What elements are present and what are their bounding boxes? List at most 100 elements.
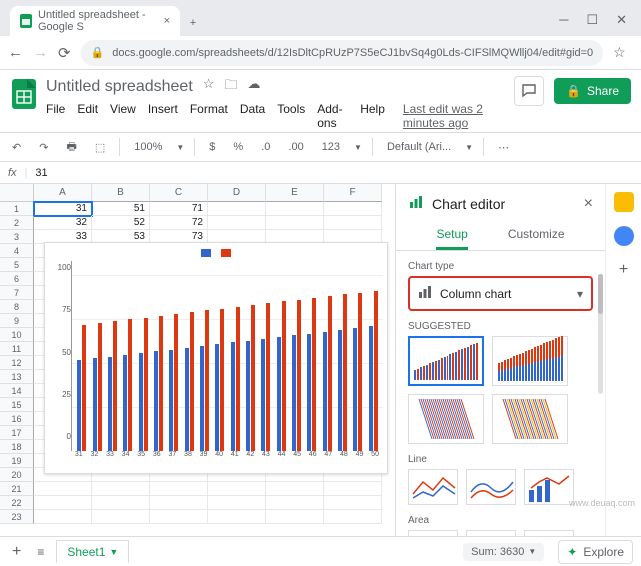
cell-F2[interactable]: [324, 216, 382, 230]
cell-F21[interactable]: [324, 482, 382, 496]
menu-view[interactable]: View: [110, 102, 136, 130]
row-head-23[interactable]: 23: [0, 510, 34, 524]
row-head-13[interactable]: 13: [0, 370, 34, 384]
row-head-8[interactable]: 8: [0, 300, 34, 314]
row-head-5[interactable]: 5: [0, 258, 34, 272]
cell-C2[interactable]: 72: [150, 216, 208, 230]
paint-format-button[interactable]: ⬚: [91, 139, 109, 156]
cell-A21[interactable]: [34, 482, 92, 496]
row-head-9[interactable]: 9: [0, 314, 34, 328]
row-head-16[interactable]: 16: [0, 412, 34, 426]
cell-C1[interactable]: 71: [150, 202, 208, 216]
cell-D23[interactable]: [208, 510, 266, 524]
cell-E21[interactable]: [266, 482, 324, 496]
embedded-chart[interactable]: 1007550250 31323334353637383940414243444…: [44, 242, 388, 474]
window-maximize-button[interactable]: ☐: [586, 12, 598, 28]
area-chart-thumb-3[interactable]: [524, 530, 574, 536]
bookmark-icon[interactable]: ☆: [613, 44, 626, 61]
row-head-10[interactable]: 10: [0, 328, 34, 342]
cell-B22[interactable]: [92, 496, 150, 510]
cell-C21[interactable]: [150, 482, 208, 496]
cell-A22[interactable]: [34, 496, 92, 510]
area-chart-thumb-1[interactable]: [408, 530, 458, 536]
suggested-chart-1[interactable]: [408, 336, 484, 386]
cell-A1[interactable]: 31: [34, 202, 92, 216]
last-edit-link[interactable]: Last edit was 2 minutes ago: [403, 102, 506, 130]
close-tab-icon[interactable]: ×: [164, 15, 170, 27]
cell-E2[interactable]: [266, 216, 324, 230]
font-select[interactable]: Default (Ari...: [383, 139, 455, 155]
menu-edit[interactable]: Edit: [77, 102, 98, 130]
sheets-logo-icon[interactable]: [10, 76, 38, 112]
row-head-21[interactable]: 21: [0, 482, 34, 496]
col-head-c[interactable]: C: [150, 184, 208, 202]
row-head-14[interactable]: 14: [0, 384, 34, 398]
zoom-select[interactable]: 100%: [130, 139, 166, 155]
cell-B2[interactable]: 52: [92, 216, 150, 230]
format-currency-button[interactable]: $: [205, 139, 219, 155]
row-head-11[interactable]: 11: [0, 342, 34, 356]
suggested-chart-3[interactable]: [408, 394, 484, 444]
select-all-corner[interactable]: [0, 184, 34, 202]
format-percent-button[interactable]: %: [229, 139, 247, 155]
menu-format[interactable]: Format: [190, 102, 228, 130]
comments-button[interactable]: [514, 76, 544, 106]
star-icon[interactable]: ☆: [203, 76, 215, 98]
menu-addons[interactable]: Add-ons: [317, 102, 348, 130]
panel-close-button[interactable]: ×: [584, 195, 593, 213]
cell-E23[interactable]: [266, 510, 324, 524]
window-minimize-button[interactable]: ─: [559, 12, 568, 28]
row-head-22[interactable]: 22: [0, 496, 34, 510]
row-head-15[interactable]: 15: [0, 398, 34, 412]
more-formats-button[interactable]: 123: [318, 139, 344, 155]
col-head-f[interactable]: F: [324, 184, 382, 202]
cell-F22[interactable]: [324, 496, 382, 510]
new-tab-button[interactable]: +: [180, 10, 206, 36]
row-head-19[interactable]: 19: [0, 454, 34, 468]
suggested-chart-4[interactable]: [492, 394, 568, 444]
toolbar-more-icon[interactable]: ⋯: [494, 139, 513, 156]
row-head-3[interactable]: 3: [0, 230, 34, 244]
move-icon[interactable]: 🗀: [224, 76, 237, 98]
explore-button[interactable]: ✦ Explore: [558, 540, 633, 564]
col-head-d[interactable]: D: [208, 184, 266, 202]
tasks-icon[interactable]: [614, 226, 634, 246]
quicksum-chip[interactable]: Sum: 3630 ▼: [463, 543, 544, 561]
col-head-e[interactable]: E: [266, 184, 324, 202]
redo-button[interactable]: ↷: [35, 139, 52, 156]
cell-D1[interactable]: [208, 202, 266, 216]
share-button[interactable]: 🔒 Share: [554, 78, 631, 104]
addons-plus-icon[interactable]: +: [614, 260, 634, 280]
all-sheets-button[interactable]: ≡: [33, 543, 48, 561]
browser-tab[interactable]: Untitled spreadsheet - Google S ×: [10, 6, 180, 36]
cell-D2[interactable]: [208, 216, 266, 230]
menu-insert[interactable]: Insert: [148, 102, 178, 130]
menu-data[interactable]: Data: [240, 102, 265, 130]
col-head-a[interactable]: A: [34, 184, 92, 202]
menu-file[interactable]: File: [46, 102, 65, 130]
spreadsheet-grid[interactable]: A B C D E F 1315171232527233353734345474…: [0, 184, 395, 536]
sheet-tab-1[interactable]: Sheet1 ▼: [56, 540, 129, 563]
cell-E22[interactable]: [266, 496, 324, 510]
cell-A23[interactable]: [34, 510, 92, 524]
document-title[interactable]: Untitled spreadsheet: [46, 78, 193, 96]
row-head-6[interactable]: 6: [0, 272, 34, 286]
col-head-b[interactable]: B: [92, 184, 150, 202]
formula-input[interactable]: 31: [35, 167, 47, 179]
cell-B23[interactable]: [92, 510, 150, 524]
cell-F1[interactable]: [324, 202, 382, 216]
row-head-2[interactable]: 2: [0, 216, 34, 230]
row-head-18[interactable]: 18: [0, 440, 34, 454]
add-sheet-button[interactable]: +: [8, 541, 25, 563]
cell-C22[interactable]: [150, 496, 208, 510]
increase-decimal-button[interactable]: .00: [284, 139, 307, 155]
row-head-17[interactable]: 17: [0, 426, 34, 440]
row-head-7[interactable]: 7: [0, 286, 34, 300]
nav-reload-button[interactable]: ⟳: [58, 44, 71, 62]
cell-A2[interactable]: 32: [34, 216, 92, 230]
line-chart-thumb-3[interactable]: [524, 469, 574, 505]
cell-B1[interactable]: 51: [92, 202, 150, 216]
cell-E1[interactable]: [266, 202, 324, 216]
cell-C23[interactable]: [150, 510, 208, 524]
print-button[interactable]: 🖶: [62, 136, 80, 159]
